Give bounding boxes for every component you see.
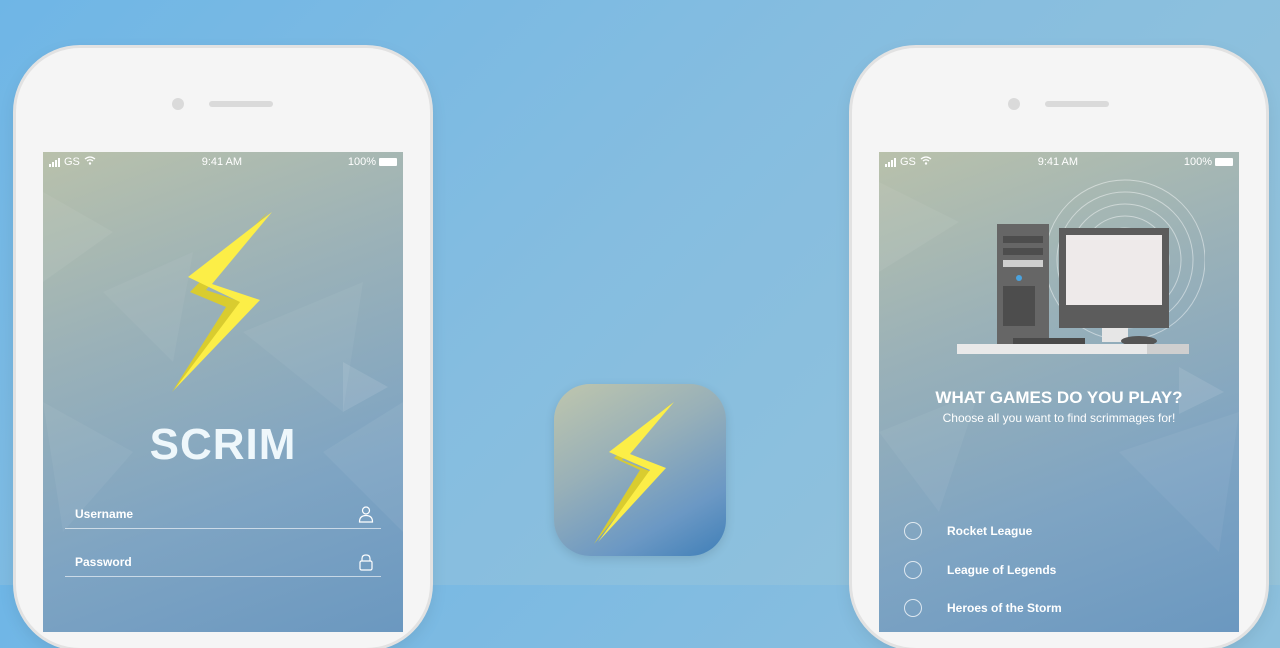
lightning-bolt-icon [594,402,674,544]
clock: 9:41 AM [1037,156,1079,168]
computer-illustration [957,179,1205,354]
earpiece-speaker [1045,101,1109,107]
carrier-label: GS [900,156,916,168]
username-label: Username [75,507,134,521]
front-camera [1008,98,1020,110]
signal-icon [885,157,896,167]
carrier-label: GS [64,156,80,168]
game-option-label: Rocket League [947,524,1033,538]
battery-icon [379,158,397,166]
radio-button[interactable] [904,522,922,540]
game-option-league-of-legends[interactable]: League of Legends [904,561,1056,579]
radio-button[interactable] [904,599,922,617]
user-icon [358,506,374,523]
login-screen: GS 9:41 AM 100% SCRIM Username Password [43,152,403,632]
status-bar: GS 9:41 AM 100% [43,152,403,172]
username-field[interactable]: Username [65,500,381,529]
question-heading: WHAT GAMES DO YOU PLAY? [935,388,1183,407]
wifi-icon [84,156,96,168]
password-label: Password [75,555,132,569]
radio-button[interactable] [904,561,922,579]
signal-icon [49,157,60,167]
clock: 9:41 AM [201,156,243,168]
game-option-label: League of Legends [947,563,1057,577]
games-screen: GS 9:41 AM 100% WHAT GAMES DO YOU PLAY? … [879,152,1239,632]
battery-icon [1215,158,1233,166]
games-phone-mockup: GS 9:41 AM 100% WHAT GAMES DO YOU PLAY? … [852,48,1266,648]
earpiece-speaker [209,101,273,107]
question-subheading: Choose all you want to find scrimmages f… [942,411,1176,425]
wifi-icon [920,156,932,168]
password-field[interactable]: Password [65,548,381,577]
game-option-label: Heroes of the Storm [947,601,1062,615]
lock-icon [359,554,373,571]
battery-percent: 100% [347,156,376,168]
lightning-bolt-logo [172,212,272,392]
app-icon [554,384,726,556]
login-phone-mockup: GS 9:41 AM 100% SCRIM Username Password [16,48,430,648]
status-bar: GS 9:41 AM 100% [879,152,1239,172]
game-option-heroes-of-the-storm[interactable]: Heroes of the Storm [904,599,1062,617]
battery-percent: 100% [1183,156,1212,168]
app-name: SCRIM [149,420,297,469]
game-option-rocket-league[interactable]: Rocket League [904,522,1032,540]
front-camera [172,98,184,110]
